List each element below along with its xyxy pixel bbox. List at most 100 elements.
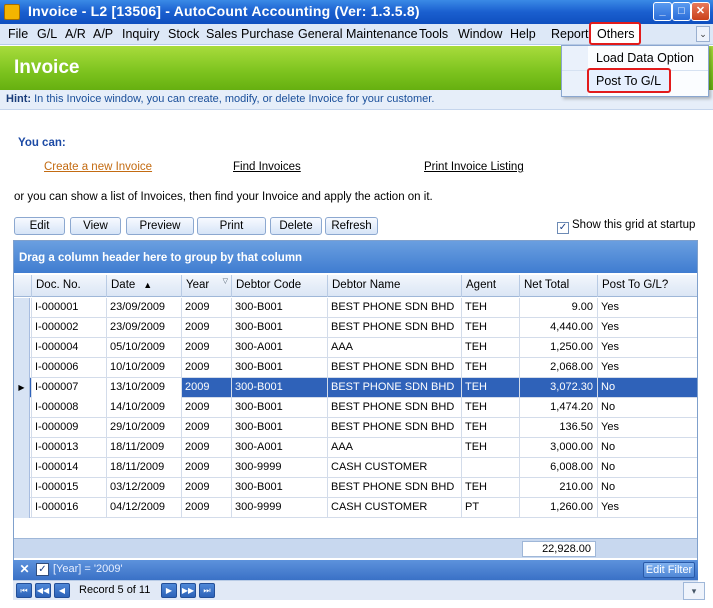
cell-doc-no[interactable]: I-000015 <box>31 478 106 498</box>
cell-date[interactable]: 18/11/2009 <box>106 438 181 458</box>
cell-year[interactable]: 2009 <box>181 418 231 438</box>
cell-doc-no[interactable]: I-000002 <box>31 318 106 338</box>
cell-post-to-gl[interactable]: Yes <box>597 418 697 438</box>
table-row[interactable]: I-000006 10/10/2009 2009 300-B001 BEST PHONE… <box>14 358 697 378</box>
menu-help[interactable]: Help <box>510 27 536 41</box>
menu-purchase[interactable]: Purchase <box>241 27 294 41</box>
cell-post-to-gl[interactable]: Yes <box>597 298 697 318</box>
cell-year[interactable]: 2009 <box>181 338 231 358</box>
table-row[interactable]: I-000004 05/10/2009 2009 300-A001 AAA TEH 1,25… <box>14 338 697 358</box>
cell-net-total[interactable]: 1,260.00 <box>519 498 597 518</box>
row-indicator[interactable] <box>14 478 30 498</box>
menu-gl[interactable]: G/L <box>37 27 57 41</box>
cell-year[interactable]: 2009 <box>181 318 231 338</box>
cell-date[interactable]: 10/10/2009 <box>106 358 181 378</box>
cell-debtor-name[interactable]: BEST PHONE SDN BHD <box>327 398 461 418</box>
cell-date[interactable]: 18/11/2009 <box>106 458 181 478</box>
filter-expression[interactable]: [Year] = '2009' <box>53 563 123 575</box>
cell-debtor-name[interactable]: BEST PHONE SDN BHD <box>327 318 461 338</box>
column-header-debtor-code[interactable]: Debtor Code <box>231 275 327 297</box>
clear-filter-icon[interactable]: ✕ <box>18 563 31 576</box>
column-header-net-total[interactable]: Net Total <box>519 275 597 297</box>
cell-debtor-name[interactable]: CASH CUSTOMER <box>327 498 461 518</box>
row-indicator[interactable] <box>14 358 30 378</box>
menu-post-to-gl[interactable]: Post To G/L <box>587 68 671 93</box>
cell-debtor-name[interactable]: BEST PHONE SDN BHD <box>327 378 461 398</box>
cell-agent[interactable]: TEH <box>461 418 519 438</box>
menu-sales[interactable]: Sales <box>206 27 237 41</box>
table-row[interactable]: I-000014 18/11/2009 2009 300-9999 CASH CUSTO… <box>14 458 697 478</box>
cell-net-total[interactable]: 3,072.30 <box>519 378 597 398</box>
cell-year[interactable]: 2009 <box>181 358 231 378</box>
menu-inquiry[interactable]: Inquiry <box>122 27 160 41</box>
menu-report[interactable]: Report <box>551 27 589 41</box>
column-header-docno[interactable]: Doc. No. <box>31 275 106 297</box>
cell-post-to-gl[interactable]: Yes <box>597 498 697 518</box>
cell-date[interactable]: 13/10/2009 <box>106 378 181 398</box>
cell-debtor-name[interactable]: BEST PHONE SDN BHD <box>327 298 461 318</box>
cell-net-total[interactable]: 1,250.00 <box>519 338 597 358</box>
cell-net-total[interactable]: 2,068.00 <box>519 358 597 378</box>
row-indicator[interactable] <box>14 438 30 458</box>
create-invoice-link[interactable]: Create a new Invoice <box>44 161 152 173</box>
cell-post-to-gl[interactable]: No <box>597 398 697 418</box>
column-header-date[interactable]: Date ▲ <box>106 275 181 297</box>
cell-net-total[interactable]: 3,000.00 <box>519 438 597 458</box>
column-header-agent[interactable]: Agent <box>461 275 519 297</box>
first-record-icon[interactable]: ⏮ <box>16 583 32 598</box>
cell-net-total[interactable]: 6,008.00 <box>519 458 597 478</box>
preview-button[interactable]: Preview <box>126 217 194 235</box>
cell-year[interactable]: 2009 <box>181 458 231 478</box>
cell-debtor-code[interactable]: 300-B001 <box>231 358 327 378</box>
table-row[interactable]: I-000009 29/10/2009 2009 300-B001 BEST PHONE… <box>14 418 697 438</box>
cell-date[interactable]: 03/12/2009 <box>106 478 181 498</box>
next-record-icon[interactable]: ▶ <box>161 583 177 598</box>
print-invoice-listing-link[interactable]: Print Invoice Listing <box>424 161 524 173</box>
filter-icon[interactable]: ▽ <box>223 277 228 285</box>
menu-window[interactable]: Window <box>458 27 502 41</box>
cell-debtor-name[interactable]: BEST PHONE SDN BHD <box>327 478 461 498</box>
cell-net-total[interactable]: 210.00 <box>519 478 597 498</box>
cell-post-to-gl[interactable]: No <box>597 458 697 478</box>
cell-post-to-gl[interactable]: Yes <box>597 318 697 338</box>
cell-post-to-gl[interactable]: Yes <box>597 358 697 378</box>
cell-agent[interactable]: TEH <box>461 438 519 458</box>
cell-year[interactable]: 2009 <box>181 438 231 458</box>
cell-doc-no[interactable]: I-000007 <box>31 378 106 398</box>
cell-year[interactable]: 2009 <box>181 498 231 518</box>
cell-date[interactable]: 29/10/2009 <box>106 418 181 438</box>
cell-date[interactable]: 23/09/2009 <box>106 318 181 338</box>
menu-load-data-option[interactable]: Load Data Option <box>596 51 694 65</box>
cell-debtor-code[interactable]: 300-A001 <box>231 438 327 458</box>
row-indicator[interactable] <box>14 298 30 318</box>
cell-agent[interactable] <box>461 458 519 478</box>
cell-doc-no[interactable]: I-000004 <box>31 338 106 358</box>
cell-agent[interactable]: TEH <box>461 318 519 338</box>
column-header-year[interactable]: Year ▽ <box>181 275 231 297</box>
table-row[interactable]: I-000002 23/09/2009 2009 300-B001 BEST PHONE… <box>14 318 697 338</box>
view-button[interactable]: View <box>70 217 121 235</box>
cell-debtor-name[interactable]: BEST PHONE SDN BHD <box>327 358 461 378</box>
cell-debtor-name[interactable]: CASH CUSTOMER <box>327 458 461 478</box>
cell-date[interactable]: 05/10/2009 <box>106 338 181 358</box>
edit-filter-button[interactable]: Edit Filter <box>643 562 695 578</box>
table-row[interactable]: I-000016 04/12/2009 2009 300-9999 CASH CUSTO… <box>14 498 697 518</box>
cell-doc-no[interactable]: I-000013 <box>31 438 106 458</box>
print-button[interactable]: Print <box>197 217 266 235</box>
chevron-down-icon[interactable]: ⌄ <box>696 26 710 42</box>
cell-net-total[interactable]: 136.50 <box>519 418 597 438</box>
cell-agent[interactable]: TEH <box>461 358 519 378</box>
cell-year[interactable]: 2009 <box>181 378 231 398</box>
cell-debtor-code[interactable]: 300-B001 <box>231 418 327 438</box>
cell-year[interactable]: 2009 <box>181 478 231 498</box>
menu-general-maintenance[interactable]: General Maintenance <box>298 27 418 41</box>
cell-net-total[interactable]: 1,474.20 <box>519 398 597 418</box>
column-header-debtor-name[interactable]: Debtor Name <box>327 275 461 297</box>
cell-debtor-code[interactable]: 300-B001 <box>231 398 327 418</box>
row-indicator[interactable] <box>14 418 30 438</box>
row-indicator[interactable] <box>14 338 30 358</box>
row-indicator[interactable] <box>14 318 30 338</box>
cell-year[interactable]: 2009 <box>181 298 231 318</box>
cell-doc-no[interactable]: I-000009 <box>31 418 106 438</box>
cell-debtor-code[interactable]: 300-B001 <box>231 298 327 318</box>
